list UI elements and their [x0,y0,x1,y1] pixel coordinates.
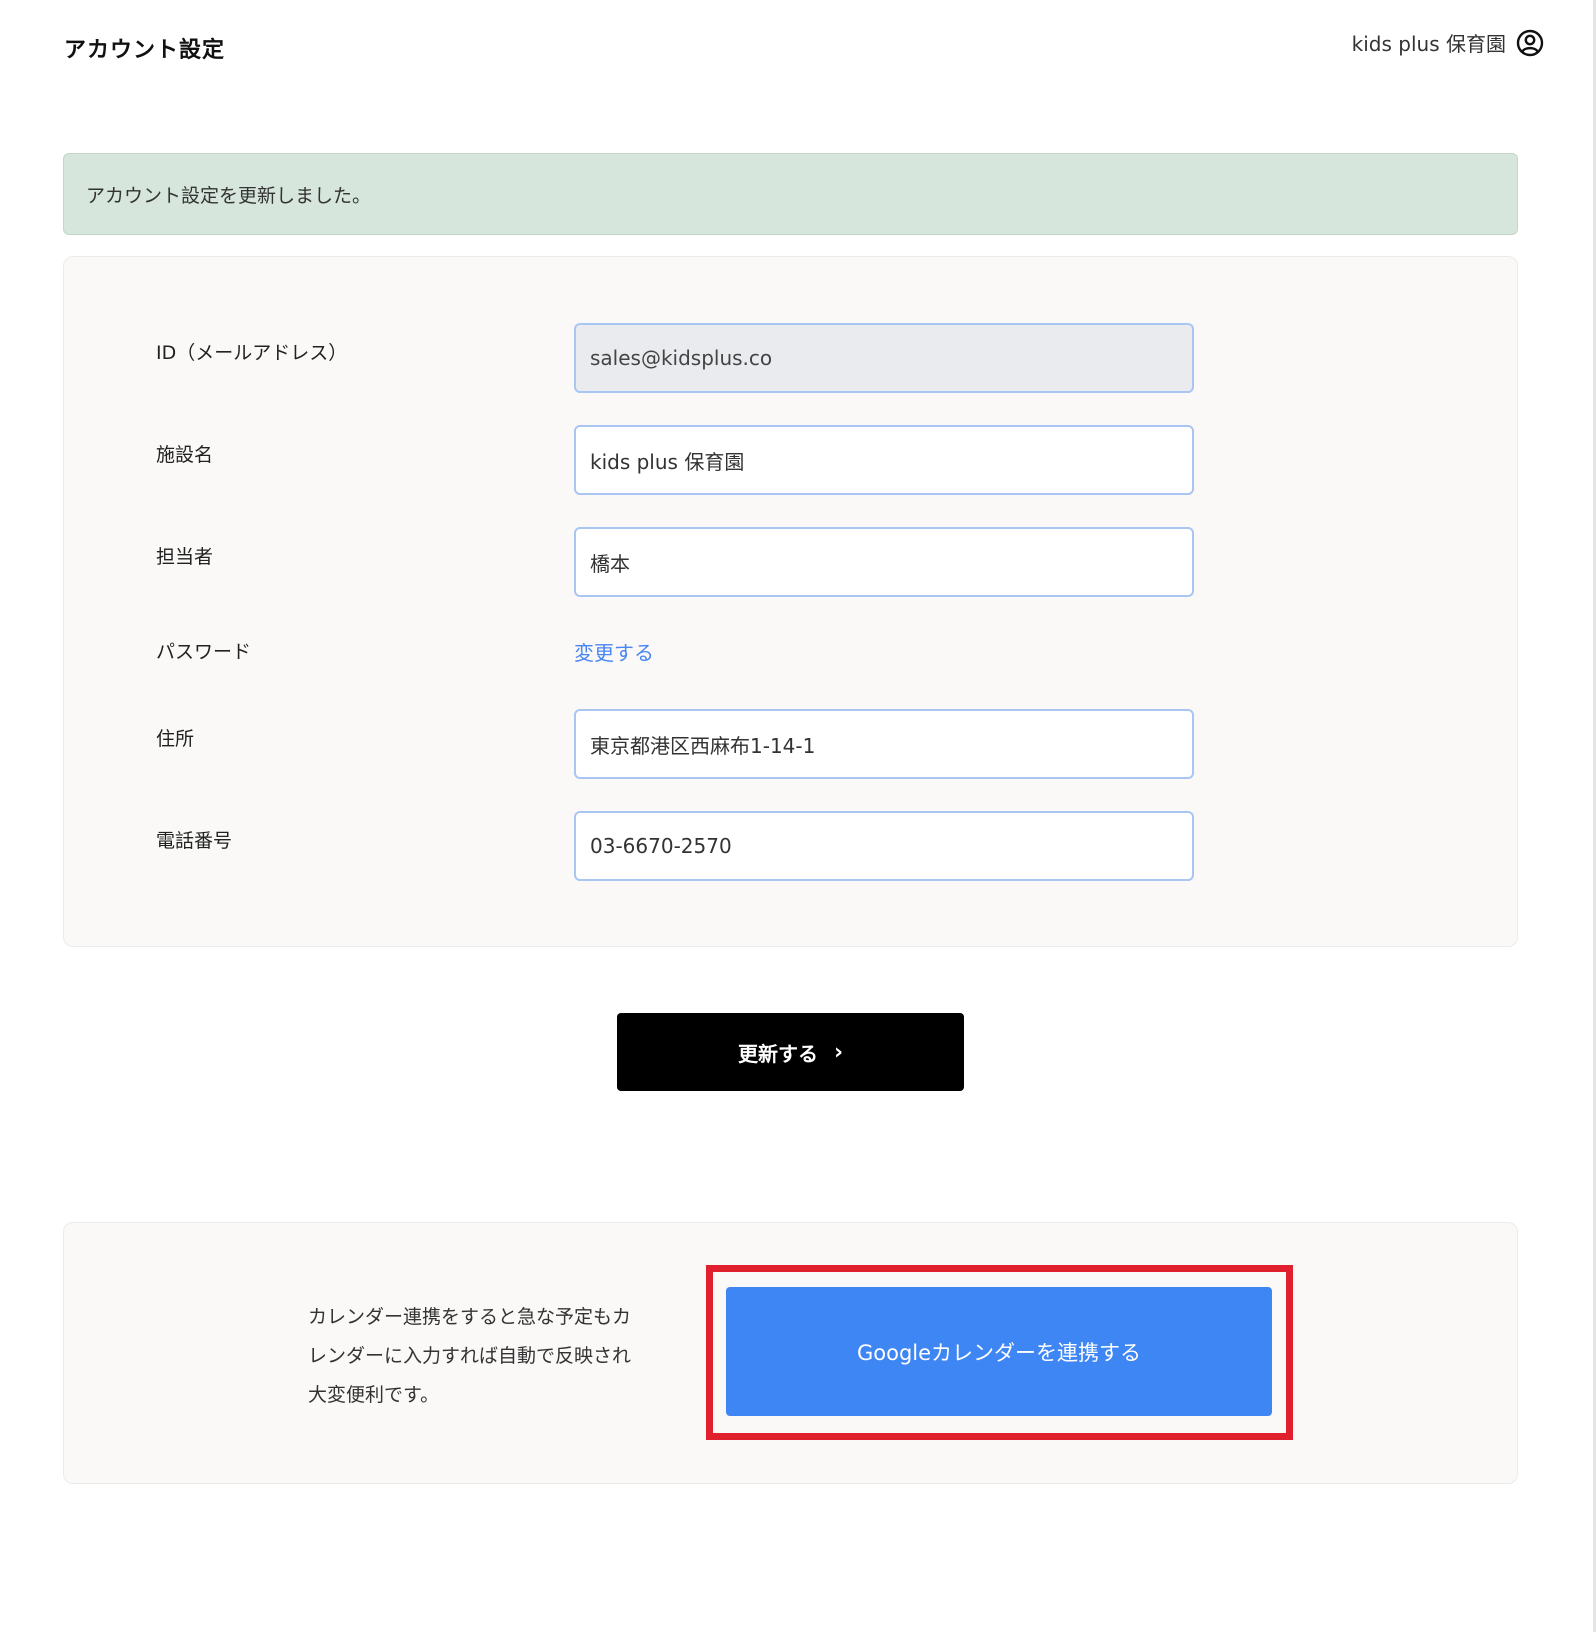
calendar-description-line: レンダーに入力すれば自動で反映され [308,1345,632,1367]
user-circle-icon[interactable] [1516,29,1544,57]
account-settings-page: アカウント設定 kids plus 保育園 アカウント設定を更新しました。 ID… [0,0,1596,1632]
google-calendar-button-label: Googleカレンダーを連携する [856,1340,1142,1365]
manager-label: 担当者 [156,546,214,568]
email-field[interactable] [574,323,1194,393]
calendar-description-line: カレンダー連携をすると急な予定もカ [308,1306,632,1328]
password-label: パスワード [156,641,252,663]
change-password-link[interactable]: 変更する [574,637,654,666]
user-name: kids plus 保育園 [1351,32,1506,56]
chevron-right-icon: › [833,1039,844,1065]
success-alert: アカウント設定を更新しました。 [63,153,1518,235]
update-button[interactable]: 更新する › [617,1013,964,1091]
email-label: ID（メールアドレス） [156,342,348,364]
google-calendar-connect-button[interactable]: Googleカレンダーを連携する [726,1287,1272,1416]
address-field[interactable] [574,709,1194,779]
calendar-description-line: 大変便利です。 [308,1384,440,1406]
facility-label: 施設名 [156,444,214,466]
account-form-card: ID（メールアドレス） 施設名 担当者 パスワード 変更する 住所 電話番号 [63,256,1518,947]
phone-label: 電話番号 [156,830,233,852]
user-menu[interactable]: kids plus 保育園 [1352,28,1544,57]
calendar-description: カレンダー連携をすると急な予定もカ レンダーに入力すれば自動で反映され 大変便利… [308,1298,678,1415]
address-label: 住所 [156,728,195,750]
alert-message: アカウント設定を更新しました。 [86,184,372,207]
facility-name-field[interactable] [574,425,1194,495]
manager-field[interactable] [574,527,1194,597]
phone-field[interactable] [574,811,1194,881]
page-title: アカウント設定 [64,38,226,63]
update-button-label: 更新する [737,1041,818,1066]
